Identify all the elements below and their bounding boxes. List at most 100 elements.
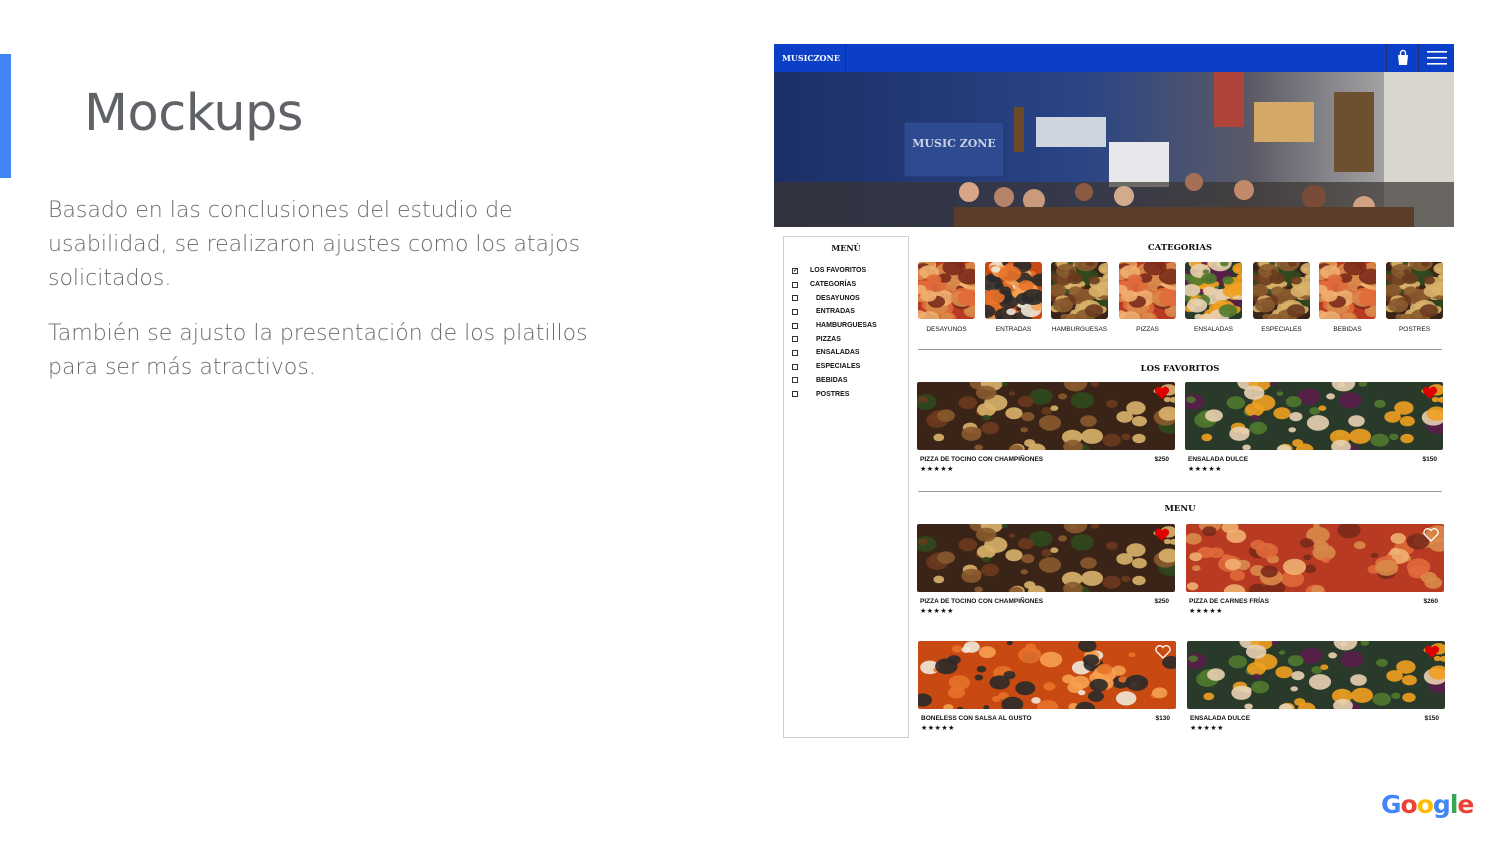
rating-stars: ★★★★★ bbox=[1190, 725, 1224, 732]
category-label: ESPECIALES bbox=[1261, 326, 1302, 333]
category-image bbox=[1119, 262, 1176, 319]
sidebar-item[interactable]: ✓ LOS FAVORITOS bbox=[792, 264, 877, 278]
sidebar-item-label: HAMBURGUESAS bbox=[816, 322, 877, 330]
sidebar-item[interactable]: CATEGORÍAS bbox=[792, 278, 877, 292]
checkbox[interactable] bbox=[792, 336, 798, 343]
sidebar-item-label: ESPECIALES bbox=[816, 363, 861, 371]
dish-image bbox=[917, 382, 1175, 450]
dish-name: ENSALADA DULCE bbox=[1190, 715, 1251, 722]
sidebar-item-label: PIZZAS bbox=[816, 335, 841, 343]
shopping-bag-icon[interactable] bbox=[1386, 44, 1418, 72]
paragraph-2: También se ajusto la presentación de los… bbox=[48, 321, 588, 380]
dish-name: PIZZA DE CARNES FRÍAS bbox=[1189, 598, 1269, 605]
menu-sidebar: MENÚ ✓ LOS FAVORITOS CATEGORÍAS DESAYUNOS EN… bbox=[783, 236, 909, 738]
checkbox[interactable] bbox=[792, 322, 798, 329]
heart-filled-icon[interactable] bbox=[1154, 386, 1170, 405]
heart-filled-icon[interactable] bbox=[1154, 528, 1170, 547]
heart-outline-icon[interactable] bbox=[1155, 645, 1171, 664]
dish-price: $150 bbox=[1422, 456, 1437, 463]
rating-stars: ★★★★★ bbox=[920, 466, 954, 473]
category-tile[interactable]: BEBIDAS bbox=[1319, 262, 1376, 333]
dish-card[interactable]: PIZZA DE TOCINO CON CHAMPIÑONES $250 ★★★★★ bbox=[917, 524, 1175, 615]
category-label: ENTRADAS bbox=[995, 326, 1032, 333]
logo-letter: o bbox=[1416, 790, 1434, 819]
category-label: ENSALADAS bbox=[1193, 326, 1234, 333]
dish-price: $250 bbox=[1154, 598, 1169, 605]
dish-image bbox=[1186, 524, 1444, 592]
dish-card[interactable]: ENSALADA DULCE $150 ★★★★★ bbox=[1187, 641, 1445, 732]
favorites-title: LOS FAVORITOS bbox=[1140, 364, 1220, 374]
category-label: POSTRES bbox=[1398, 326, 1431, 333]
heart-outline-icon[interactable] bbox=[1423, 528, 1439, 547]
sidebar-item[interactable]: ENSALADAS bbox=[792, 346, 877, 360]
sidebar-item-label: ENSALADAS bbox=[816, 349, 860, 357]
sidebar-item-label: DESAYUNOS bbox=[816, 294, 860, 302]
sidebar-item[interactable]: POSTRES bbox=[792, 387, 877, 401]
sidebar-item[interactable]: ENTRADAS bbox=[792, 305, 877, 319]
categories-title: CATEGORIAS bbox=[1147, 243, 1213, 253]
restaurant-hero-image: MUSIC ZONE bbox=[774, 72, 1454, 227]
category-tile[interactable]: HAMBURGUESAS bbox=[1051, 262, 1108, 333]
dish-image bbox=[918, 641, 1176, 709]
paragraph-1: Basado en las conclusiones del estudio d… bbox=[48, 198, 581, 291]
checkbox[interactable] bbox=[792, 349, 798, 356]
dish-image bbox=[1185, 382, 1443, 450]
checkbox[interactable] bbox=[792, 295, 798, 302]
category-tile[interactable]: POSTRES bbox=[1386, 262, 1443, 333]
dish-name: PIZZA DE TOCINO CON CHAMPIÑONES bbox=[920, 456, 1044, 463]
dish-price: $260 bbox=[1423, 598, 1438, 605]
checkbox[interactable] bbox=[792, 363, 798, 370]
dish-image bbox=[1187, 641, 1445, 709]
sidebar-item-label: ENTRADAS bbox=[816, 308, 855, 316]
slide-title: Mockups bbox=[84, 84, 303, 143]
divider bbox=[918, 349, 1442, 350]
checkbox[interactable] bbox=[792, 281, 798, 288]
category-label: DESAYUNOS bbox=[926, 326, 967, 333]
checkbox[interactable] bbox=[792, 377, 798, 384]
category-image bbox=[1185, 262, 1242, 319]
category-tile[interactable]: ENSALADAS bbox=[1185, 262, 1242, 333]
brand-logo[interactable]: MUSICZONE bbox=[774, 44, 846, 72]
rating-stars: ★★★★★ bbox=[1189, 608, 1223, 615]
category-label: HAMBURGUESAS bbox=[1051, 326, 1108, 333]
category-label: PIZZAS bbox=[1136, 326, 1159, 333]
dish-image bbox=[917, 524, 1175, 592]
category-image bbox=[918, 262, 975, 319]
sidebar-item-label: CATEGORÍAS bbox=[810, 281, 857, 289]
dish-card[interactable]: PIZZA DE TOCINO CON CHAMPIÑONES $250 ★★★★★ bbox=[917, 382, 1175, 473]
category-tile[interactable]: DESAYUNOS bbox=[918, 262, 975, 333]
heart-filled-icon[interactable] bbox=[1424, 645, 1440, 664]
category-tile[interactable]: ESPECIALES bbox=[1253, 262, 1310, 333]
category-image bbox=[1051, 262, 1108, 319]
category-tile[interactable]: PIZZAS bbox=[1119, 262, 1176, 333]
dish-name: ENSALADA DULCE bbox=[1188, 456, 1249, 463]
sidebar-item-label: LOS FAVORITOS bbox=[810, 267, 867, 275]
checkbox[interactable] bbox=[792, 391, 798, 398]
sidebar-item[interactable]: BEBIDAS bbox=[792, 374, 877, 388]
category-image bbox=[1253, 262, 1310, 319]
sidebar-item[interactable]: ESPECIALES bbox=[792, 360, 877, 374]
body-text: Basado en las conclusiones del estudio d… bbox=[48, 194, 608, 406]
dish-price: $150 bbox=[1424, 715, 1439, 722]
dish-price: $250 bbox=[1154, 456, 1169, 463]
sidebar-item[interactable]: DESAYUNOS bbox=[792, 291, 877, 305]
dish-price: $130 bbox=[1155, 715, 1170, 722]
dish-card[interactable]: PIZZA DE CARNES FRÍAS $260 ★★★★★ bbox=[1186, 524, 1444, 615]
checkbox[interactable]: ✓ bbox=[792, 267, 798, 274]
sidebar-item[interactable]: PIZZAS bbox=[792, 332, 877, 346]
dish-name: BONELESS CON SALSA AL GUSTO bbox=[921, 715, 1032, 722]
dish-card[interactable]: BONELESS CON SALSA AL GUSTO $130 ★★★★★ bbox=[918, 641, 1176, 732]
hamburger-menu-icon[interactable] bbox=[1418, 44, 1454, 72]
category-image bbox=[985, 262, 1042, 319]
sidebar-item[interactable]: HAMBURGUESAS bbox=[792, 319, 877, 333]
dish-card[interactable]: ENSALADA DULCE $150 ★★★★★ bbox=[1185, 382, 1443, 473]
sidebar-title: MENÚ bbox=[831, 243, 861, 253]
heart-filled-icon[interactable] bbox=[1422, 386, 1438, 405]
checkbox[interactable] bbox=[792, 308, 798, 315]
website-mockup: MUSICZONE MUSIC ZONE MENÚ ✓ LOS FAVORITO… bbox=[774, 44, 1454, 740]
sidebar-item-label: POSTRES bbox=[816, 390, 850, 398]
sidebar-item-label: BEBIDAS bbox=[816, 376, 848, 384]
menu-title: MENU bbox=[1164, 504, 1196, 514]
category-tile[interactable]: ENTRADAS bbox=[985, 262, 1042, 333]
logo-letter: o bbox=[1400, 790, 1418, 819]
